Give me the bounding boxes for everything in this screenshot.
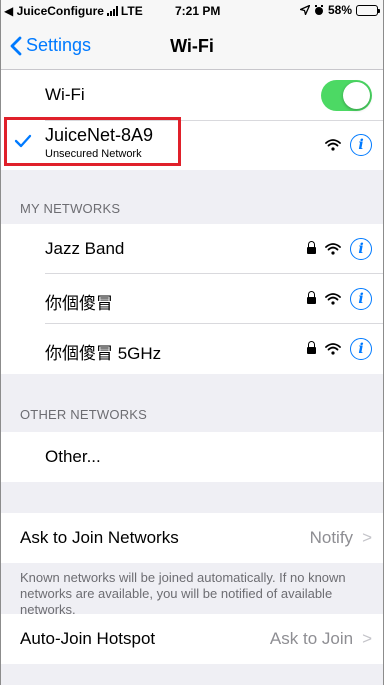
other-networks-group: Other... (0, 432, 384, 482)
lock-icon (307, 291, 316, 304)
wifi-signal-icon (325, 343, 341, 355)
info-button[interactable]: i (350, 338, 372, 360)
connected-network-name: JuiceNet-8A9 (45, 125, 154, 145)
info-button[interactable]: i (350, 238, 372, 260)
status-bar-left: ◀ JuiceConfigure LTE (4, 4, 143, 18)
auto-join-hotspot-value: Ask to Join (269, 629, 354, 648)
connected-network-row[interactable]: JuiceNet-8A9 Unsecured Network i (0, 121, 384, 170)
network-name: 你個傻冒 (45, 294, 113, 313)
chevron-right-icon: > (362, 629, 372, 648)
wifi-group: Wi-Fi JuiceNet-8A9 Unsecured Network i (0, 70, 384, 170)
wifi-toggle-label: Wi-Fi (45, 85, 85, 104)
network-type-label: LTE (120, 4, 143, 18)
wifi-signal-icon (325, 243, 341, 255)
other-network-label: Other... (45, 447, 101, 466)
battery-percent: 58% (327, 3, 352, 17)
my-networks-header: MY NETWORKS (20, 201, 121, 216)
checkmark-icon (14, 134, 32, 148)
wifi-signal-icon (325, 139, 341, 151)
alarm-icon (314, 4, 323, 15)
network-row[interactable]: 你個傻冒 5GHz i (0, 324, 384, 374)
auto-join-hotspot-group: Auto-Join Hotspot Ask to Join > (0, 614, 384, 664)
ask-to-join-row[interactable]: Ask to Join Networks Notify > (0, 513, 384, 563)
signal-bars-icon (106, 6, 118, 16)
ask-to-join-group: Ask to Join Networks Notify > (0, 513, 384, 563)
ask-to-join-footer: Known networks will be joined automatica… (20, 570, 346, 617)
network-row[interactable]: 你個傻冒 i (0, 274, 384, 324)
carrier-label: ◀ JuiceConfigure (4, 4, 104, 18)
wifi-signal-icon (325, 293, 341, 305)
network-row[interactable]: Jazz Band i (0, 224, 384, 274)
info-button[interactable]: i (350, 288, 372, 310)
other-networks-header: OTHER NETWORKS (20, 407, 148, 422)
ask-to-join-label: Ask to Join Networks (20, 528, 179, 547)
toggle-knob (343, 82, 370, 109)
status-time: 7:21 PM (175, 4, 221, 18)
connected-network-status: Unsecured Network (45, 148, 142, 160)
page-title: Wi-Fi (170, 36, 214, 56)
auto-join-hotspot-label: Auto-Join Hotspot (20, 629, 156, 648)
status-bar-right: 58% (299, 3, 380, 17)
auto-join-hotspot-row[interactable]: Auto-Join Hotspot Ask to Join > (0, 614, 384, 664)
connected-network-trailing: i (325, 134, 372, 156)
info-button[interactable]: i (350, 134, 372, 156)
navigation-bar: Settings Wi-Fi (0, 22, 384, 70)
ask-to-join-value: Notify (309, 528, 354, 547)
network-name: 你個傻冒 5GHz (45, 344, 162, 363)
wifi-toggle[interactable] (321, 80, 372, 111)
network-name: Jazz Band (45, 239, 125, 258)
lock-icon (307, 241, 316, 254)
location-arrow-icon (299, 5, 310, 15)
wifi-toggle-row: Wi-Fi (0, 70, 384, 121)
my-networks-group: Jazz Band i 你個傻冒 i 你個傻冒 5GHz i (0, 224, 384, 374)
chevron-right-icon: > (362, 528, 372, 547)
status-bar: ◀ JuiceConfigure LTE 7:21 PM 58% (0, 0, 384, 22)
other-network-row[interactable]: Other... (0, 432, 384, 482)
lock-icon (307, 341, 316, 354)
battery-icon (356, 4, 380, 16)
